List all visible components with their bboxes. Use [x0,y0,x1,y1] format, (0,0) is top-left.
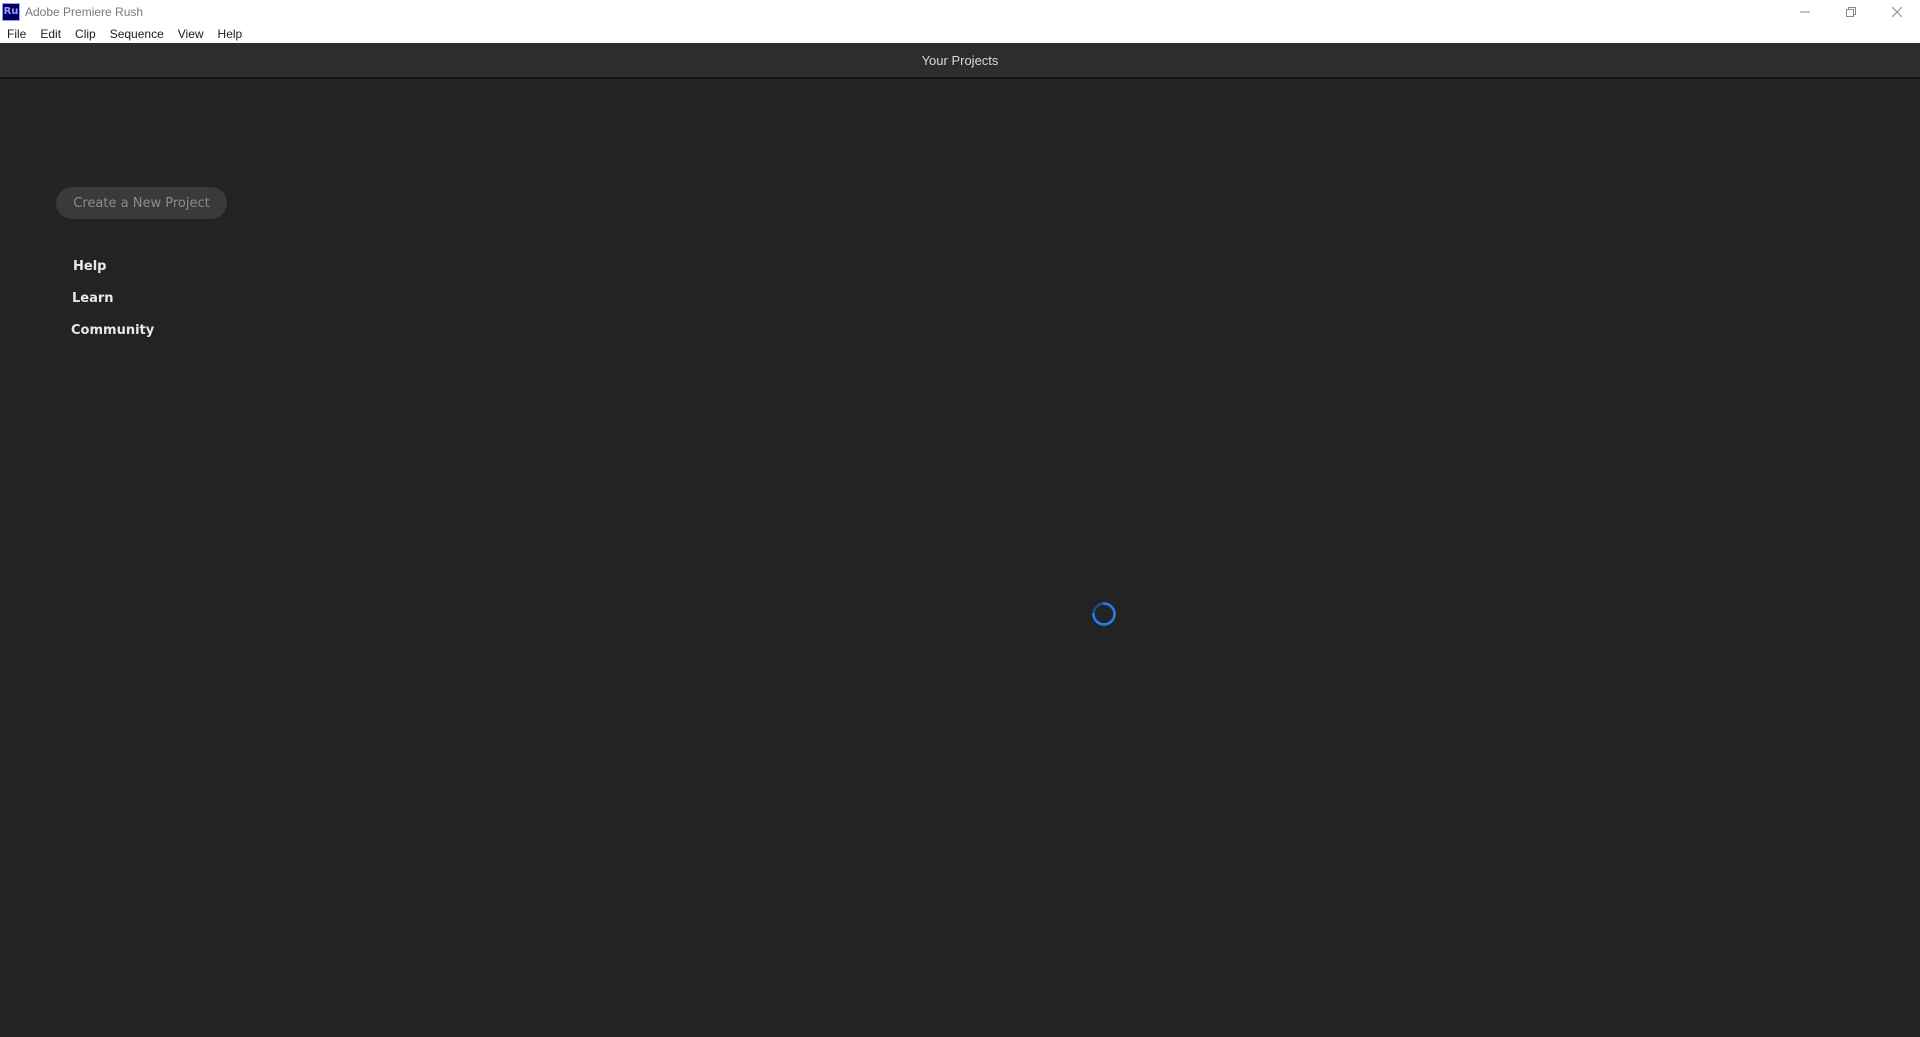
projects-header: Your Projects [0,43,1920,79]
menu-clip[interactable]: Clip [75,27,96,41]
minimize-button[interactable] [1782,0,1828,24]
menu-bar: File Edit Clip Sequence View Help [0,24,1920,43]
sidebar-link-learn[interactable]: Learn [72,291,114,306]
sidebar-link-community[interactable]: Community [71,323,154,338]
close-button[interactable] [1874,0,1920,24]
restore-icon [1846,7,1856,17]
spinner-icon [1092,602,1116,626]
window-title: Adobe Premiere Rush [25,5,144,19]
create-new-project-button[interactable]: Create a New Project [56,187,227,219]
window-controls [1782,0,1920,24]
sidebar: Create a New Project Help Learn Communit… [0,81,300,1037]
menu-file[interactable]: File [7,27,26,41]
title-bar: Ru Adobe Premiere Rush [0,0,1920,24]
close-icon [1892,7,1902,17]
minimize-icon [1800,11,1810,13]
menu-sequence[interactable]: Sequence [110,27,164,41]
app-window: Ru Adobe Premiere Rush File Edit Clip Se… [0,0,1920,1037]
app-logo-icon: Ru [2,3,20,21]
menu-view[interactable]: View [178,27,204,41]
menu-edit[interactable]: Edit [40,27,61,41]
menu-help[interactable]: Help [218,27,243,41]
restore-button[interactable] [1828,0,1874,24]
sidebar-link-help[interactable]: Help [73,259,106,274]
page-title: Your Projects [921,52,999,68]
